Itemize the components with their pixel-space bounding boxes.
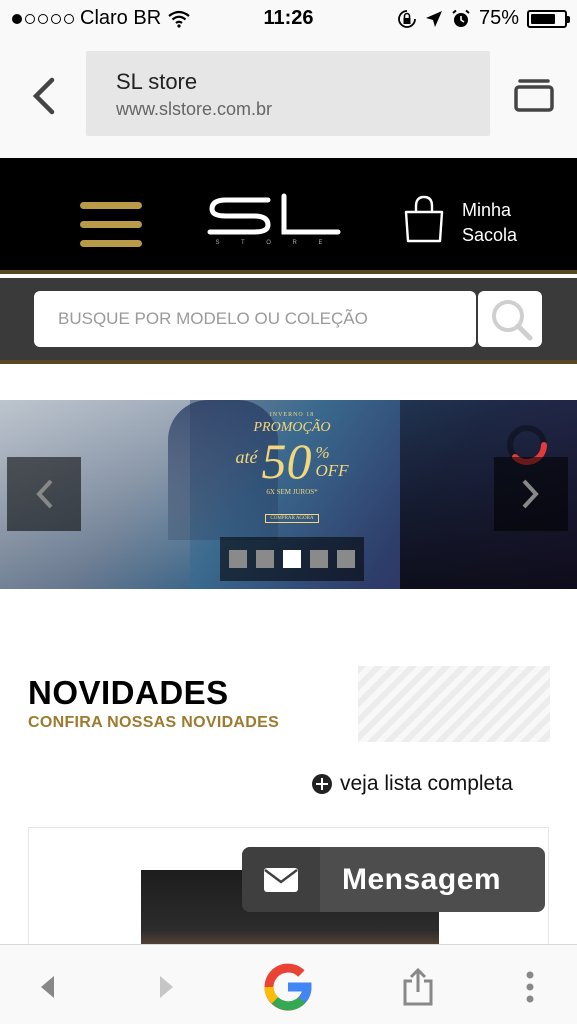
chevron-right-icon <box>522 479 539 509</box>
browser-toolbar <box>0 944 577 1024</box>
toolbar-google-button[interactable] <box>260 959 316 1015</box>
carousel-pager <box>220 537 364 581</box>
site-header: S T O R E Minha Sacola <box>0 158 577 274</box>
carousel-prev-button[interactable] <box>7 457 81 531</box>
logo-mark: S T O R E <box>207 193 341 246</box>
page-url: www.slstore.com.br <box>116 99 273 119</box>
screen: Claro BR 11:26 75% SL store www.slstore.… <box>0 0 577 1024</box>
chevron-left-icon <box>36 479 53 509</box>
mail-icon <box>264 867 298 892</box>
tabs-icon[interactable] <box>514 78 554 112</box>
see-all-link[interactable]: veja lista completa <box>312 772 513 796</box>
battery-icon <box>527 9 570 28</box>
bag-label[interactable]: Minha Sacola <box>462 198 517 248</box>
bag-label-line1: Minha <box>462 200 512 220</box>
search-icon <box>492 300 533 341</box>
alarm-icon <box>452 9 470 27</box>
search-button[interactable] <box>478 291 542 347</box>
carousel-dot-5[interactable] <box>337 550 355 568</box>
search-band <box>0 278 577 364</box>
message-button[interactable]: Mensagem <box>242 847 545 912</box>
promo-cta[interactable]: COMPRAR AGORA <box>265 514 319 523</box>
toolbar-share-button[interactable] <box>390 959 446 1015</box>
hamburger-menu-icon[interactable] <box>80 202 142 252</box>
logo-subtext: S T O R E <box>215 240 332 246</box>
see-all-label: veja lista completa <box>340 772 513 795</box>
promo-discount: até 50 % OFF <box>222 436 362 486</box>
message-label: Mensagem <box>342 862 502 896</box>
promo-text: INVERNO 18 PROMOÇÃO até 50 % OFF 6X SEM … <box>222 412 362 524</box>
carousel-next-button[interactable] <box>494 457 568 531</box>
battery-percent: 75% <box>478 7 519 29</box>
promo-installments: 6X SEM JUROS* <box>266 488 318 496</box>
promo-off-label: OFF <box>315 461 349 480</box>
mail-icon-box <box>242 847 320 912</box>
status-right: 75% <box>397 7 570 30</box>
google-icon <box>264 963 312 1011</box>
carousel-dot-2[interactable] <box>256 550 274 568</box>
shopping-bag-icon[interactable] <box>402 194 446 244</box>
carousel-dot-1[interactable] <box>229 550 247 568</box>
carousel-dot-4[interactable] <box>310 550 328 568</box>
lock-rotation-icon <box>398 9 416 28</box>
forward-triangle-icon <box>160 976 173 998</box>
back-arrow-icon[interactable] <box>26 76 62 116</box>
page-title: SL store <box>116 69 198 94</box>
promo-percent: % <box>315 443 330 462</box>
browser-bar: SL store www.slstore.com.br <box>0 38 577 158</box>
share-icon <box>403 967 433 1006</box>
section-image-placeholder <box>358 666 550 742</box>
promo-off: % OFF <box>315 444 348 480</box>
site-logo[interactable]: S T O R E <box>206 192 342 248</box>
location-icon <box>425 10 442 27</box>
bag-label-line2: Sacola <box>462 225 518 245</box>
plus-circle-icon <box>312 774 332 794</box>
battery-level <box>531 13 555 24</box>
promo-season: INVERNO 18 <box>269 412 315 418</box>
back-triangle-icon <box>41 976 54 998</box>
toolbar-forward-button[interactable] <box>138 959 194 1015</box>
promo-number: 50 <box>261 433 312 489</box>
toolbar-back-button[interactable] <box>20 959 76 1015</box>
status-bar: Claro BR 11:26 75% <box>0 0 577 38</box>
carousel-dot-3[interactable] <box>283 550 301 568</box>
address-bar[interactable]: SL store www.slstore.com.br <box>86 51 490 136</box>
section-title: NOVIDADES <box>28 674 229 711</box>
search-input[interactable] <box>34 291 476 347</box>
toolbar-more-button[interactable] <box>502 959 558 1015</box>
section-subtitle: CONFIRA NOSSAS NOVIDADES <box>28 714 280 731</box>
promo-prefix: até <box>235 447 258 467</box>
promo-banner[interactable]: INVERNO 18 PROMOÇÃO até 50 % OFF 6X SEM … <box>0 400 577 589</box>
more-vertical-icon <box>526 971 534 1003</box>
